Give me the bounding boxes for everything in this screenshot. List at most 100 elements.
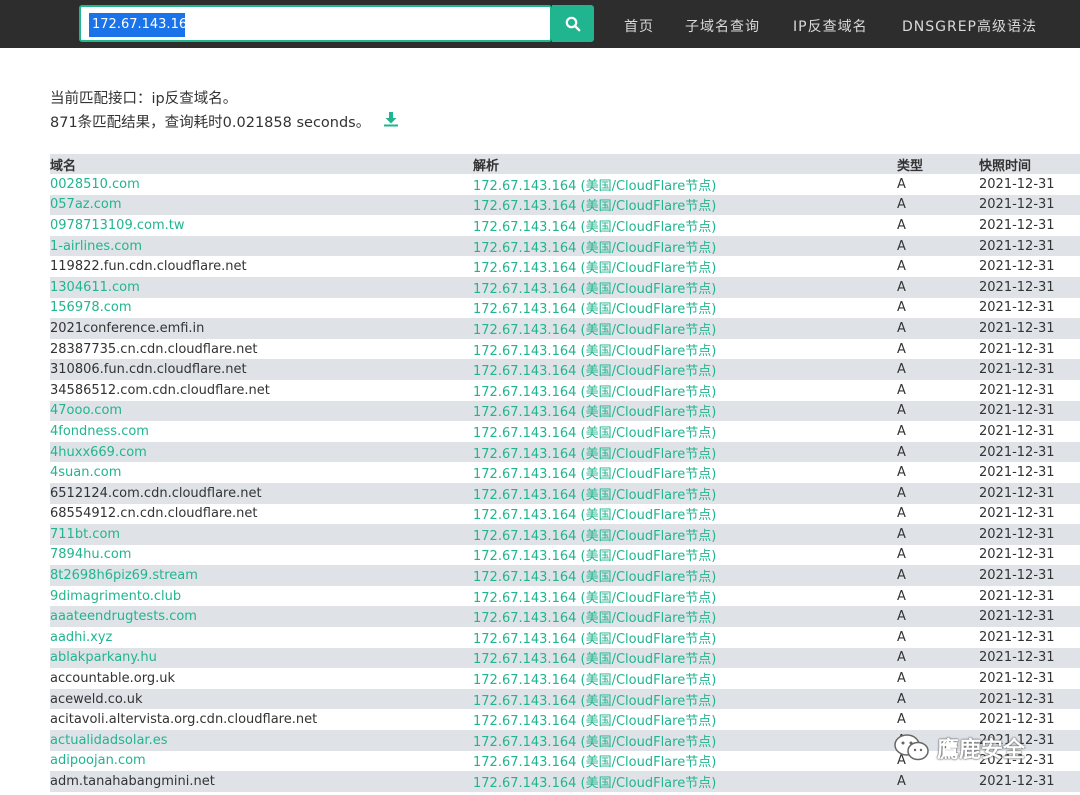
cell-snapshot-time: 2021-12-31 xyxy=(979,259,1055,275)
cell-domain[interactable]: aaateendrugtests.com xyxy=(50,606,473,628)
cell-type: A xyxy=(897,547,906,563)
cell-type: A xyxy=(897,259,906,275)
cell-domain: 28387735.cn.cdn.cloudflare.net xyxy=(50,341,258,357)
cell-resolve[interactable]: 172.67.143.164 (美国/CloudFlare节点) xyxy=(473,421,897,442)
cell-resolve[interactable]: 172.67.143.164 (美国/CloudFlare节点) xyxy=(473,524,897,545)
cell-resolve[interactable]: 172.67.143.164 (美国/CloudFlare节点) xyxy=(473,627,897,648)
cell-snapshot-time: 2021-12-31 xyxy=(979,753,1055,769)
cell-type: A xyxy=(897,688,979,710)
query-info: 当前匹配接口：ip反查域名。 871条匹配结果，查询耗时0.021858 sec… xyxy=(50,88,399,135)
cell-snapshot-time: 2021-12-31 xyxy=(979,712,1055,728)
cell-snapshot-time: 2021-12-31 xyxy=(979,647,1080,669)
cell-resolve[interactable]: 172.67.143.164 (美国/CloudFlare节点) xyxy=(473,339,897,360)
cell-domain[interactable]: 8t2698h6piz69.stream xyxy=(50,565,473,586)
cell-domain[interactable]: 4huxx669.com xyxy=(50,441,473,463)
cell-resolve[interactable]: 172.67.143.164 (美国/CloudFlare节点) xyxy=(473,400,897,422)
cell-resolve[interactable]: 172.67.143.164 (美国/CloudFlare节点) xyxy=(473,276,897,298)
cell-resolve[interactable]: 172.67.143.164 (美国/CloudFlare节点) xyxy=(473,318,897,339)
cell-type: A xyxy=(897,771,979,792)
table-row: 4fondness.com 172.67.143.164 (美国/CloudFla… xyxy=(50,421,1080,442)
table-row: 4suan.com 172.67.143.164 (美国/CloudFlare节点… xyxy=(50,462,1080,483)
cell-snapshot-time: 2021-12-31 xyxy=(979,423,1055,439)
cell-domain[interactable]: 1304611.com xyxy=(50,276,473,298)
search-button[interactable] xyxy=(552,5,594,42)
table-row: 9dimagrimento.club 172.67.143.164 (美国/Clo… xyxy=(50,586,1080,607)
nav-subdomain[interactable]: 子域名查询 xyxy=(685,16,760,36)
header-type: 类型 xyxy=(897,154,979,174)
cell-resolve[interactable]: 172.67.143.164 (美国/CloudFlare节点) xyxy=(473,215,897,236)
cell-resolve[interactable]: 172.67.143.164 (美国/CloudFlare节点) xyxy=(473,586,897,607)
cell-domain[interactable]: 711bt.com xyxy=(50,524,473,545)
cell-resolve[interactable]: 172.67.143.164 (美国/CloudFlare节点) xyxy=(473,359,897,380)
cell-type: A xyxy=(897,506,906,522)
search-box[interactable] xyxy=(79,5,552,42)
cell-type: A xyxy=(897,276,979,298)
cell-domain[interactable]: 4suan.com xyxy=(50,462,473,483)
cell-snapshot-time: 2021-12-31 xyxy=(979,318,1080,339)
cell-resolve[interactable]: 172.67.143.164 (美国/CloudFlare节点) xyxy=(473,256,897,277)
search-input[interactable] xyxy=(89,13,185,37)
cell-snapshot-time: 2021-12-31 xyxy=(979,300,1055,316)
table-row: aadhi.xyz 172.67.143.164 (美国/CloudFlare节点… xyxy=(50,627,1080,648)
cell-resolve[interactable]: 172.67.143.164 (美国/CloudFlare节点) xyxy=(473,751,897,772)
cell-resolve[interactable]: 172.67.143.164 (美国/CloudFlare节点) xyxy=(473,565,897,586)
cell-resolve[interactable]: 172.67.143.164 (美国/CloudFlare节点) xyxy=(473,545,897,566)
cell-domain[interactable]: 057az.com xyxy=(50,194,473,216)
table-row: aceweld.co.uk 172.67.143.164 (美国/CloudFla… xyxy=(50,688,1080,710)
search-icon xyxy=(565,16,581,31)
cell-type: A xyxy=(897,359,979,380)
cell-type: A xyxy=(897,318,979,339)
cell-resolve[interactable]: 172.67.143.164 (美国/CloudFlare节点) xyxy=(473,647,897,669)
nav-home[interactable]: 首页 xyxy=(624,16,654,36)
cell-domain: 310806.fun.cdn.cloudflare.net xyxy=(50,359,473,380)
table-row: 0028510.com 172.67.143.164 (美国/CloudFlare… xyxy=(50,174,1080,195)
cell-snapshot-time: 2021-12-31 xyxy=(979,547,1055,563)
cell-domain[interactable]: 9dimagrimento.club xyxy=(50,586,473,607)
cell-domain[interactable]: aadhi.xyz xyxy=(50,627,473,648)
cell-domain[interactable]: 4fondness.com xyxy=(50,421,473,442)
cell-domain[interactable]: 0978713109.com.tw xyxy=(50,215,473,236)
cell-snapshot-time: 2021-12-31 xyxy=(979,235,1080,257)
cell-resolve[interactable]: 172.67.143.164 (美国/CloudFlare节点) xyxy=(473,482,897,504)
cell-domain[interactable]: 0028510.com xyxy=(50,174,473,195)
cell-type: A xyxy=(897,712,906,728)
download-icon[interactable] xyxy=(383,111,399,135)
cell-resolve[interactable]: 172.67.143.164 (美国/CloudFlare节点) xyxy=(473,709,897,730)
table-row: accountable.org.uk 172.67.143.164 (美国/Clo… xyxy=(50,668,1080,689)
cell-resolve[interactable]: 172.67.143.164 (美国/CloudFlare节点) xyxy=(473,298,897,319)
cell-resolve[interactable]: 172.67.143.164 (美国/CloudFlare节点) xyxy=(473,504,897,525)
cell-snapshot-time: 2021-12-31 xyxy=(979,771,1080,792)
cell-resolve[interactable]: 172.67.143.164 (美国/CloudFlare节点) xyxy=(473,668,897,689)
table-row: 156978.com 172.67.143.164 (美国/CloudFlare节… xyxy=(50,298,1080,319)
cell-resolve[interactable]: 172.67.143.164 (美国/CloudFlare节点) xyxy=(473,688,897,710)
table-row: 119822.fun.cdn.cloudflare.net 172.67.143.… xyxy=(50,256,1080,277)
cell-domain[interactable]: 156978.com xyxy=(50,298,473,319)
result-count-text: 871条匹配结果，查询耗时0.021858 seconds。 xyxy=(50,115,371,131)
cell-resolve[interactable]: 172.67.143.164 (美国/CloudFlare节点) xyxy=(473,235,897,257)
cell-snapshot-time: 2021-12-31 xyxy=(979,441,1080,463)
cell-snapshot-time: 2021-12-31 xyxy=(979,688,1080,710)
cell-domain[interactable]: 7894hu.com xyxy=(50,545,473,566)
cell-domain[interactable]: adipoojan.com xyxy=(50,751,473,772)
table-row: 4huxx669.com 172.67.143.164 (美国/CloudFlar… xyxy=(50,441,1080,463)
cell-domain[interactable]: ablakparkany.hu xyxy=(50,647,473,669)
cell-snapshot-time: 2021-12-31 xyxy=(979,629,1055,645)
cell-domain[interactable]: 47ooo.com xyxy=(50,400,473,422)
cell-resolve[interactable]: 172.67.143.164 (美国/CloudFlare节点) xyxy=(473,730,897,751)
cell-domain[interactable]: actualidadsolar.es xyxy=(50,730,473,751)
cell-resolve[interactable]: 172.67.143.164 (美国/CloudFlare节点) xyxy=(473,441,897,463)
cell-resolve[interactable]: 172.67.143.164 (美国/CloudFlare节点) xyxy=(473,606,897,628)
cell-resolve[interactable]: 172.67.143.164 (美国/CloudFlare节点) xyxy=(473,462,897,483)
cell-domain[interactable]: 1-airlines.com xyxy=(50,235,473,257)
cell-resolve[interactable]: 172.67.143.164 (美国/CloudFlare节点) xyxy=(473,380,897,401)
cell-domain: aceweld.co.uk xyxy=(50,688,473,710)
nav-dnsgrep-syntax[interactable]: DNSGREP高级语法 xyxy=(902,16,1037,36)
header-domain: 域名 xyxy=(50,154,473,174)
nav-ip-reverse[interactable]: IP反查域名 xyxy=(793,16,868,36)
cell-resolve[interactable]: 172.67.143.164 (美国/CloudFlare节点) xyxy=(473,174,897,195)
table-row: 1304611.com 172.67.143.164 (美国/CloudFlare… xyxy=(50,276,1080,298)
cell-type: A xyxy=(897,300,906,316)
cell-resolve[interactable]: 172.67.143.164 (美国/CloudFlare节点) xyxy=(473,194,897,216)
table-row: ablakparkany.hu 172.67.143.164 (美国/CloudF… xyxy=(50,647,1080,669)
cell-resolve[interactable]: 172.67.143.164 (美国/CloudFlare节点) xyxy=(473,771,897,792)
